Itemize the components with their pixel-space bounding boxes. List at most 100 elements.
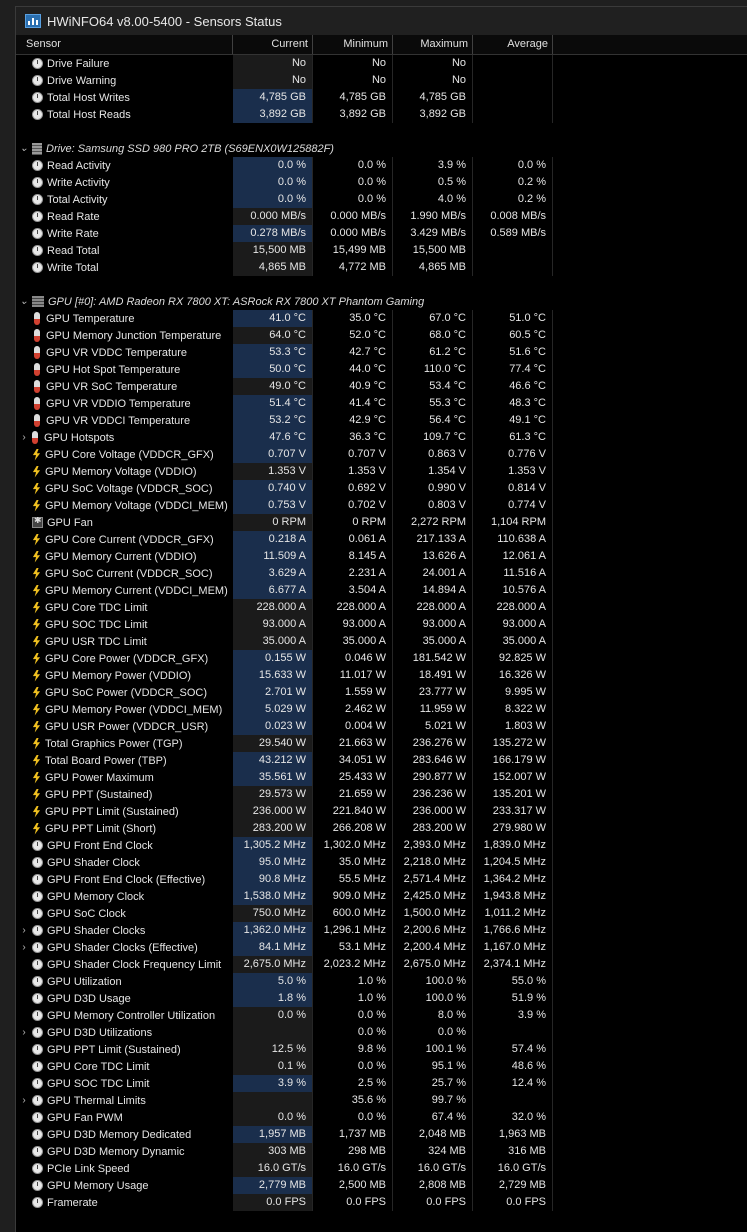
sensor-row[interactable]: Drive Failure No No No (16, 55, 747, 72)
sensor-row[interactable]: GPU Memory Controller Utilization 0.0 % 0.… (16, 1007, 747, 1024)
sensor-row[interactable]: GPU Fan0 RPM0 RPM2,272 RPM1,104 RPM (16, 514, 747, 531)
sensor-row[interactable]: GPU Shader Clock Frequency Limit 2,675.0 … (16, 956, 747, 973)
average-value (473, 1092, 553, 1109)
sensor-label: GPU Hotspots (44, 431, 115, 444)
sensor-row[interactable]: Total Activity 0.0 % 0.0 % 4.0 % 0.2 % (16, 191, 747, 208)
sensor-row[interactable]: GPU SoC Current (VDDCR_SOC) 3.629 A 2.231 … (16, 565, 747, 582)
sensor-row[interactable]: GPU SoC Clock 750.0 MHz 600.0 MHz 1,500.0 M… (16, 905, 747, 922)
sensor-row[interactable]: GPU Hot Spot Temperature 50.0 °C 44.0 °C 11… (16, 361, 747, 378)
chevron-right-icon[interactable]: › (16, 942, 32, 953)
sensor-label: GPU Shader Clocks (47, 924, 146, 937)
sensor-row[interactable]: GPU Front End Clock (Effective) 90.8 MHz 5… (16, 871, 747, 888)
sensor-row[interactable]: GPU Power Maximum 35.561 W 25.433 W 290.877… (16, 769, 747, 786)
maximum-value: 0.803 V (393, 497, 473, 514)
sensor-row[interactable]: Total Host Writes 4,785 GB 4,785 GB 4,785 G… (16, 89, 747, 106)
sensor-row[interactable]: GPU SoC Voltage (VDDCR_SOC) 0.740 V 0.692 … (16, 480, 747, 497)
sensor-row[interactable]: GPU D3D Memory Dedicated 1,957 MB 1,737 MB… (16, 1126, 747, 1143)
sensor-row[interactable]: Write Rate 0.278 MB/s 0.000 MB/s 3.429 MB/s… (16, 225, 747, 242)
col-current[interactable]: Current (233, 35, 313, 54)
sensor-row[interactable]: GPU USR Power (VDDCR_USR) 0.023 W 0.004 W5… (16, 718, 747, 735)
sensor-row[interactable]: Total Board Power (TBP) 43.212 W 34.051 W2… (16, 752, 747, 769)
sensor-row[interactable]: › GPU D3D Utilizations 0.0 % 0.0 % (16, 1024, 747, 1041)
col-maximum[interactable]: Maximum (393, 35, 473, 54)
average-value: 0.0 % (473, 157, 553, 174)
sensor-row[interactable]: GPU Memory Power (VDDIO) 15.633 W 11.017 W… (16, 667, 747, 684)
sensor-row[interactable]: GPU Memory Voltage (VDDCI_MEM) 0.753 V 0.7… (16, 497, 747, 514)
sensor-row[interactable]: GPU Memory Voltage (VDDIO) 1.353 V 1.353 V… (16, 463, 747, 480)
sensor-row[interactable]: › GPU Thermal Limits 35.6 % 99.7 % (16, 1092, 747, 1109)
sensor-row[interactable]: GPU VR VDDCI Temperature 53.2 °C 42.9 °C 56… (16, 412, 747, 429)
col-sensor[interactable]: Sensor (16, 35, 233, 54)
sensor-row[interactable]: › GPU Shader Clocks (Effective) 84.1 MHz 53… (16, 939, 747, 956)
chevron-right-icon[interactable]: › (16, 432, 32, 443)
current-value: 2,675.0 MHz (233, 956, 313, 973)
sensor-row[interactable]: GPU SoC Power (VDDCR_SOC) 2.701 W 1.559 W2… (16, 684, 747, 701)
sensor-row[interactable]: GPU VR VDDC Temperature 53.3 °C 42.7 °C 61.… (16, 344, 747, 361)
sensor-row[interactable]: › GPU Hotspots 47.6 °C 36.3 °C 109.7 °C 61.3 … (16, 429, 747, 446)
sensor-row[interactable]: GPU VR SoC Temperature 49.0 °C 40.9 °C 53.4… (16, 378, 747, 395)
sensor-row[interactable]: Read Total 15,500 MB 15,499 MB 15,500 MB (16, 242, 747, 259)
col-minimum[interactable]: Minimum (313, 35, 393, 54)
sensor-row[interactable]: GPU Memory Junction Temperature 64.0 °C 52… (16, 327, 747, 344)
sensor-name-cell: GPU Memory Power (VDDCI_MEM) (16, 703, 233, 716)
sensor-row[interactable]: GPU D3D Memory Dynamic 303 MB 298 MB 324 MB… (16, 1143, 747, 1160)
sensor-row[interactable]: Read Rate 0.000 MB/s 0.000 MB/s 1.990 MB/s 0… (16, 208, 747, 225)
sensor-row[interactable]: › GPU Shader Clocks 1,362.0 MHz 1,296.1 MHz… (16, 922, 747, 939)
sensor-name-cell: GPU Shader Clock Frequency Limit (16, 959, 233, 971)
maximum-value: 290.877 W (393, 769, 473, 786)
sensor-row[interactable]: GPU Core Power (VDDCR_GFX) 0.155 W 0.046 W… (16, 650, 747, 667)
chevron-down-icon[interactable]: ⌄ (16, 143, 32, 154)
sensor-row[interactable]: GPU USR TDC Limit 35.000 A 35.000 A 35.000 … (16, 633, 747, 650)
sensor-row[interactable]: Write Total 4,865 MB 4,772 MB 4,865 MB (16, 259, 747, 276)
title-bar[interactable]: HWiNFO64 v8.00-5400 - Sensors Status (16, 7, 747, 35)
sensor-row[interactable]: GPU Memory Usage 2,779 MB 2,500 MB 2,808 MB… (16, 1177, 747, 1194)
current-value: 0.278 MB/s (233, 225, 313, 242)
maximum-value: 14.894 A (393, 582, 473, 599)
sensor-row[interactable]: Write Activity 0.0 % 0.0 % 0.5 % 0.2 % (16, 174, 747, 191)
sensor-row[interactable]: GPU PPT Limit (Sustained) 236.000 W 221.84… (16, 803, 747, 820)
sensor-row[interactable]: GPU Front End Clock 1,305.2 MHz 1,302.0 MH… (16, 837, 747, 854)
sensor-row[interactable]: GPU PPT Limit (Short) 283.200 W 266.208 W2… (16, 820, 747, 837)
chevron-right-icon[interactable]: › (16, 1027, 32, 1038)
sensor-name-cell: › GPU D3D Utilizations (16, 1027, 233, 1039)
sensor-row[interactable]: GPU Core Voltage (VDDCR_GFX) 0.707 V 0.707… (16, 446, 747, 463)
chevron-right-icon[interactable]: › (16, 1095, 32, 1106)
sensor-row[interactable]: GPU Core Current (VDDCR_GFX) 0.218 A 0.061… (16, 531, 747, 548)
sensor-row[interactable]: Total Graphics Power (TGP) 29.540 W 21.663… (16, 735, 747, 752)
chevron-right-icon[interactable]: › (16, 925, 32, 936)
sensor-row[interactable]: PCIe Link Speed 16.0 GT/s 16.0 GT/s 16.0 GT… (16, 1160, 747, 1177)
sensor-row[interactable]: GPU Memory Clock 1,538.0 MHz 909.0 MHz 2,42… (16, 888, 747, 905)
group-drive[interactable]: ⌄ Drive: Samsung SSD 980 PRO 2TB (S69ENX… (16, 140, 747, 157)
sensor-row[interactable]: GPU Core TDC Limit 0.1 % 0.0 % 95.1 % 48.6 % (16, 1058, 747, 1075)
maximum-value: 3,892 GB (393, 106, 473, 123)
sensor-row[interactable]: GPU Temperature 41.0 °C 35.0 °C 67.0 °C 51.0… (16, 310, 747, 327)
sensor-row[interactable]: GPU Memory Current (VDDIO) 11.509 A 8.145 … (16, 548, 747, 565)
sensor-row[interactable]: GPU VR VDDIO Temperature 51.4 °C 41.4 °C 55… (16, 395, 747, 412)
sensor-row[interactable]: GPU Shader Clock 95.0 MHz 35.0 MHz 2,218.0 … (16, 854, 747, 871)
sensor-row[interactable]: Drive Warning No No No (16, 72, 747, 89)
group-gpu[interactable]: ⌄ GPU [#0]: AMD Radeon RX 7800 XT: ASRoc… (16, 293, 747, 310)
sensor-list[interactable]: Drive Failure No No No Drive Warning No No No To… (16, 55, 747, 1232)
sensor-row[interactable]: GPU Memory Current (VDDCI_MEM) 6.677 A 3.5… (16, 582, 747, 599)
sensor-name-cell: › GPU Shader Clocks (Effective) (16, 942, 233, 954)
sensor-row[interactable]: GPU SOC TDC Limit 93.000 A 93.000 A 93.000 … (16, 616, 747, 633)
sensor-row[interactable]: GPU PPT Limit (Sustained) 12.5 % 9.8 % 100.… (16, 1041, 747, 1058)
col-average[interactable]: Average (473, 35, 553, 54)
sensor-label: GPU Memory Controller Utilization (47, 1009, 216, 1022)
current-value: 1,957 MB (233, 1126, 313, 1143)
sensor-row[interactable]: GPU PPT (Sustained) 29.573 W 21.659 W 236.2… (16, 786, 747, 803)
sensor-row[interactable]: GPU Memory Power (VDDCI_MEM) 5.029 W 2.462… (16, 701, 747, 718)
sensor-row[interactable]: GPU Fan PWM 0.0 % 0.0 % 67.4 % 32.0 % (16, 1109, 747, 1126)
current-value: No (233, 55, 313, 72)
sensor-row[interactable]: Framerate 0.0 FPS 0.0 FPS 0.0 FPS 0.0 FPS (16, 1194, 747, 1211)
chevron-down-icon[interactable]: ⌄ (16, 296, 32, 307)
sensor-label: GPU D3D Memory Dynamic (47, 1145, 185, 1158)
sensor-name-cell: GPU Memory Junction Temperature (16, 329, 233, 342)
sensor-row[interactable]: GPU Core TDC Limit 228.000 A 228.000 A 228.… (16, 599, 747, 616)
sensor-row[interactable]: GPU SOC TDC Limit 3.9 % 2.5 % 25.7 % 12.4 % (16, 1075, 747, 1092)
sensor-row[interactable]: GPU Utilization 5.0 % 1.0 % 100.0 % 55.0 % (16, 973, 747, 990)
sensor-row[interactable]: GPU D3D Usage 1.8 % 1.0 % 100.0 % 51.9 % (16, 990, 747, 1007)
sensor-row[interactable]: Total Host Reads 3,892 GB 3,892 GB 3,892 GB (16, 106, 747, 123)
sensor-row[interactable]: Read Activity 0.0 % 0.0 % 3.9 % 0.0 % (16, 157, 747, 174)
sensor-name-cell: GPU Memory Usage (16, 1180, 233, 1192)
